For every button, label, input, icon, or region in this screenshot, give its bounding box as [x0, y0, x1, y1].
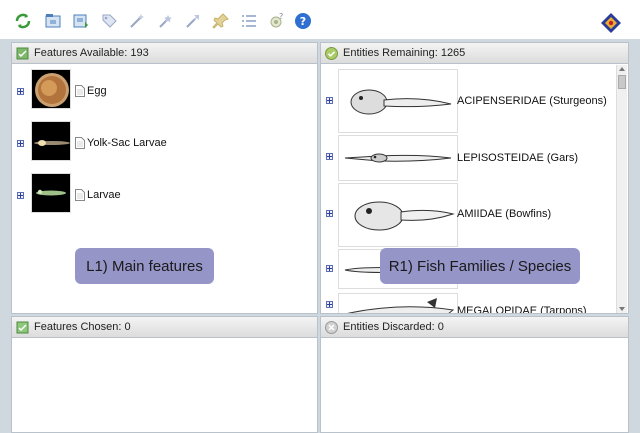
feature-label-larvae[interactable]: Larvae — [87, 189, 121, 201]
svg-text:?: ? — [279, 12, 283, 21]
features-chosen-header: Features Chosen: 0 — [12, 317, 317, 338]
expand-megalopidae-button[interactable] — [326, 301, 333, 308]
logo-icon — [600, 12, 622, 34]
callout-fish-families: R1) Fish Families / Species — [380, 248, 580, 284]
entity-label-acipenseridae[interactable]: ACIPENSERIDAE (Sturgeons) — [457, 95, 607, 107]
pin-icon[interactable] — [212, 12, 230, 30]
magic-wand-icon[interactable] — [128, 12, 146, 30]
list-icon[interactable] — [240, 12, 258, 30]
lepisosteidae-thumbnail[interactable] — [338, 135, 458, 181]
yolk-sac-larvae-document-icon — [75, 137, 85, 149]
callout-main-features: L1) Main features — [75, 248, 214, 284]
yolk-sac-larvae-thumbnail[interactable] — [31, 121, 71, 161]
save-icon[interactable] — [72, 12, 90, 30]
svg-text:?: ? — [300, 15, 306, 28]
larvae-thumbnail[interactable] — [31, 173, 71, 213]
megalopidae-thumbnail[interactable] — [338, 293, 458, 313]
entity-label-amiidae[interactable]: AMIIDAE (Bowfins) — [457, 208, 551, 220]
feature-label-egg[interactable]: Egg — [87, 85, 107, 97]
help-icon[interactable]: ? — [294, 12, 312, 30]
scroll-thumb[interactable] — [618, 75, 626, 89]
feature-label-yolk-sac-larvae[interactable]: Yolk-Sac Larvae — [87, 137, 167, 149]
features-available-title: Features Available: 193 — [34, 47, 149, 59]
amiidae-thumbnail[interactable] — [338, 183, 458, 247]
tag-icon[interactable] — [100, 12, 118, 30]
open-icon[interactable] — [44, 12, 62, 30]
larvae-document-icon — [75, 189, 85, 201]
refresh-icon[interactable] — [14, 12, 32, 30]
egg-thumbnail[interactable] — [31, 69, 71, 109]
wand-star-icon[interactable] — [156, 12, 174, 30]
checkbox-icon — [16, 321, 29, 334]
entities-scrollbar[interactable] — [616, 65, 627, 313]
wand-arrow-icon[interactable] — [184, 12, 202, 30]
features-available-header: Features Available: 193 — [12, 43, 317, 64]
expand-amiidae-button[interactable] — [326, 210, 333, 217]
expand-egg-button[interactable] — [17, 88, 24, 95]
entities-discarded-header: Entities Discarded: 0 — [321, 317, 628, 338]
entities-remaining-header: Entities Remaining: 1265 — [321, 43, 628, 64]
entity-label-megalopidae[interactable]: MEGALOPIDAE (Tarpons) — [457, 305, 587, 313]
features-chosen-panel: Features Chosen: 0 — [11, 316, 318, 433]
settings-help-icon[interactable]: ? — [268, 12, 286, 30]
entities-discarded-title: Entities Discarded: 0 — [343, 321, 444, 333]
egg-document-icon — [75, 85, 85, 97]
expand-acipenseridae-button[interactable] — [326, 97, 333, 104]
expand-entity-row-button[interactable] — [326, 265, 333, 272]
scroll-up-arrow-icon[interactable] — [619, 67, 625, 71]
expand-lepisosteidae-button[interactable] — [326, 153, 333, 160]
entities-remaining-title: Entities Remaining: 1265 — [343, 47, 466, 59]
toolbar: ? ? — [0, 0, 640, 40]
scroll-down-arrow-icon[interactable] — [619, 307, 625, 311]
discard-circle-icon — [325, 320, 338, 334]
acipenseridae-thumbnail[interactable] — [338, 69, 458, 133]
expand-yolk-sac-larvae-button[interactable] — [17, 140, 24, 147]
check-circle-icon — [325, 46, 338, 60]
entities-discarded-panel: Entities Discarded: 0 — [320, 316, 629, 433]
expand-larvae-button[interactable] — [17, 192, 24, 199]
entity-label-lepisosteidae[interactable]: LEPISOSTEIDAE (Gars) — [457, 152, 578, 164]
features-chosen-title: Features Chosen: 0 — [34, 321, 131, 333]
features-icon — [16, 47, 29, 60]
